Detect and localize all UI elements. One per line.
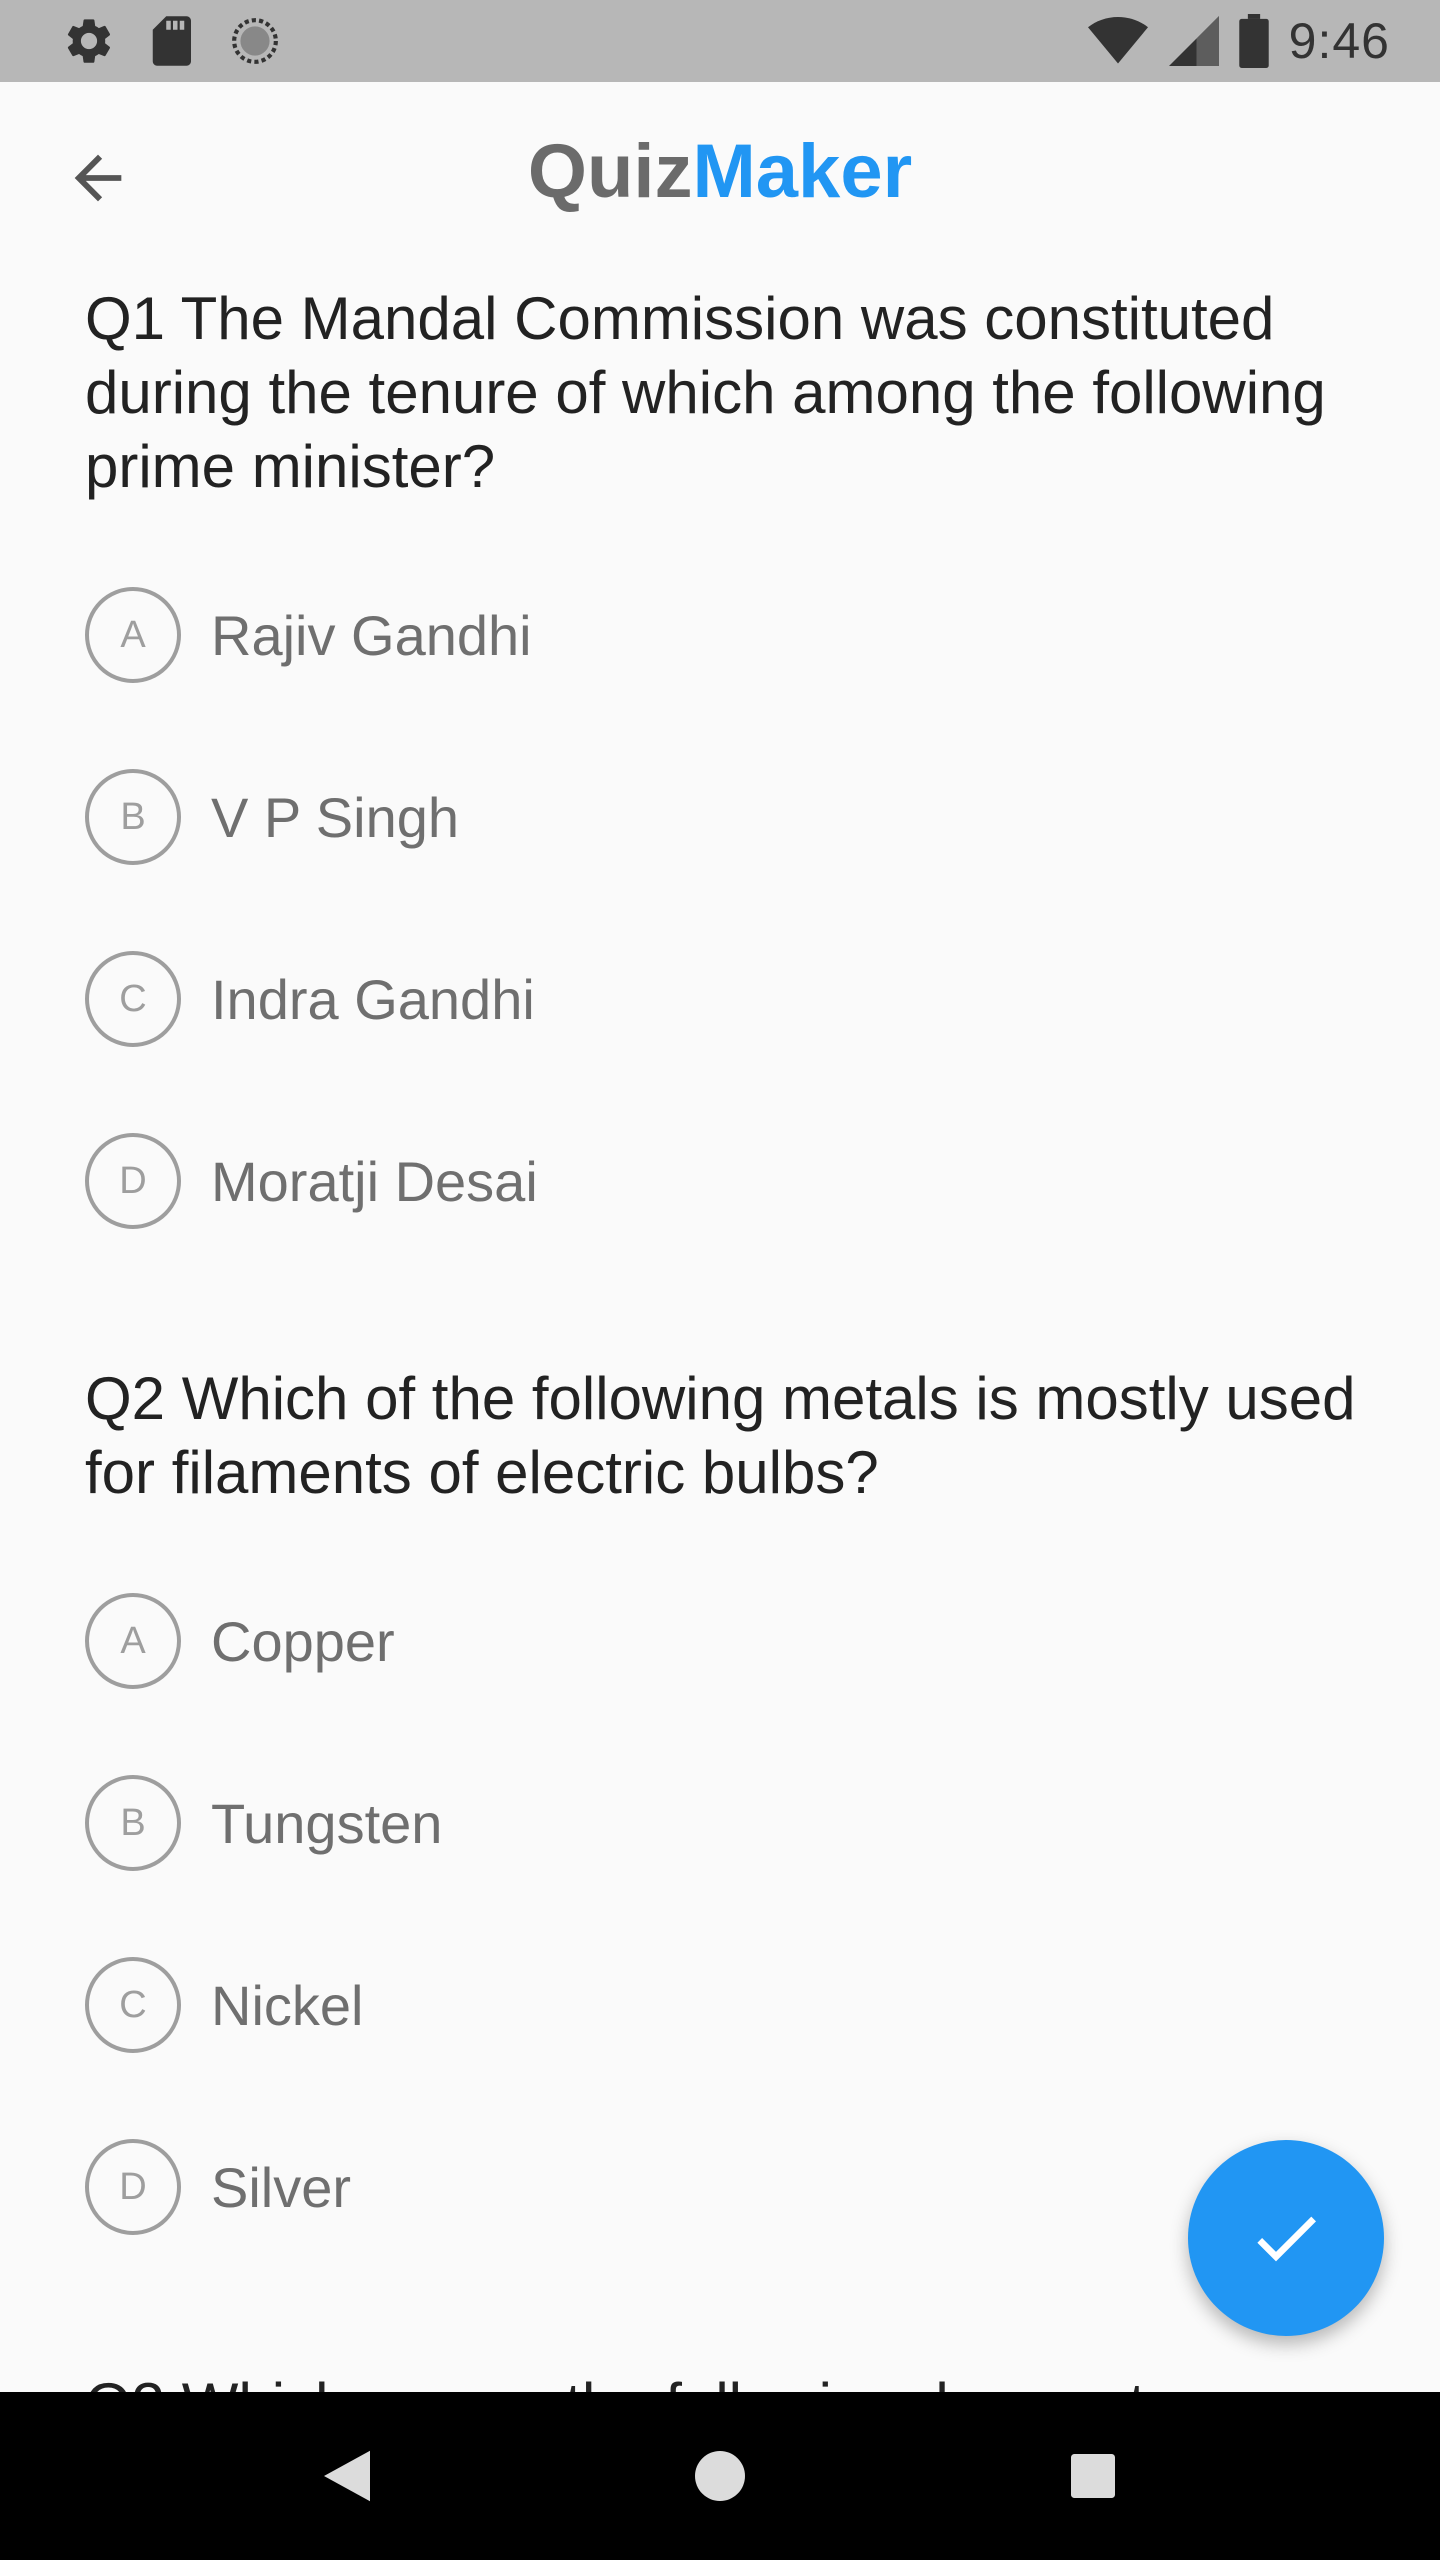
option-text: Moratji Desai bbox=[211, 1149, 538, 1213]
app-title-maker: Maker bbox=[692, 129, 913, 214]
question-2: Q2 Which of the following metals is most… bbox=[85, 1365, 1356, 1506]
q1-option-b[interactable]: B V P Singh bbox=[0, 726, 1440, 908]
option-letter-circle: C bbox=[85, 951, 181, 1047]
app-title: QuizMaker bbox=[0, 134, 1440, 210]
option-text: Rajiv Gandhi bbox=[211, 603, 532, 667]
option-text: Copper bbox=[211, 1609, 395, 1673]
q2-option-b[interactable]: B Tungsten bbox=[0, 1732, 1440, 1914]
nav-home-icon bbox=[694, 2451, 745, 2501]
sd-card-icon bbox=[150, 14, 196, 68]
status-icons-right: 9:46 bbox=[1067, 12, 1390, 70]
sync-icon bbox=[230, 16, 280, 66]
question-1-options: A Rajiv Gandhi B V P Singh C Indra Gandh… bbox=[0, 544, 1440, 1272]
app-title-quiz: Quiz bbox=[527, 129, 693, 214]
option-letter-circle: A bbox=[85, 1593, 181, 1689]
option-text: Indra Gandhi bbox=[211, 967, 535, 1031]
q1-option-d[interactable]: D Moratji Desai bbox=[0, 1090, 1440, 1272]
status-time: 9:46 bbox=[1288, 13, 1390, 69]
battery-icon bbox=[1238, 14, 1269, 68]
q2-option-c[interactable]: C Nickel bbox=[0, 1914, 1440, 2096]
option-text: Tungsten bbox=[211, 1791, 443, 1855]
app-bar: QuizMaker bbox=[0, 82, 1440, 282]
nav-back-icon bbox=[323, 2450, 370, 2502]
quiz-screen: 9:46 QuizMaker Q1 The Mandal Commission … bbox=[0, 0, 1440, 2560]
submit-fab[interactable] bbox=[1188, 2140, 1384, 2336]
nav-back-button[interactable] bbox=[287, 2416, 407, 2536]
option-text: Nickel bbox=[211, 1973, 364, 2037]
question-3: Q3 Which among the following does not bbox=[0, 2368, 1440, 2392]
wifi-icon bbox=[1087, 16, 1149, 66]
navigation-bar bbox=[0, 2392, 1440, 2560]
question-1: Q1 The Mandal Commission was constituted… bbox=[85, 285, 1326, 500]
nav-recents-button[interactable] bbox=[1033, 2416, 1153, 2536]
cell-signal-icon bbox=[1168, 16, 1219, 66]
option-letter-circle: B bbox=[85, 1775, 181, 1871]
option-text: Silver bbox=[211, 2155, 352, 2219]
nav-recents-icon bbox=[1071, 2454, 1116, 2498]
q2-option-a[interactable]: A Copper bbox=[0, 1550, 1440, 1732]
option-letter-circle: D bbox=[85, 1133, 181, 1229]
check-icon bbox=[1257, 2216, 1316, 2262]
q1-option-a[interactable]: A Rajiv Gandhi bbox=[0, 544, 1440, 726]
nav-home-button[interactable] bbox=[660, 2416, 780, 2536]
status-icons-left bbox=[62, 14, 314, 68]
option-letter-circle: D bbox=[85, 2139, 181, 2235]
option-letter-circle: A bbox=[85, 587, 181, 683]
q1-option-c[interactable]: C Indra Gandhi bbox=[0, 908, 1440, 1090]
question-list[interactable]: Q1 The Mandal Commission was constituted… bbox=[0, 282, 1440, 2392]
settings-icon bbox=[62, 14, 116, 68]
status-bar: 9:46 bbox=[0, 0, 1440, 82]
option-letter-circle: C bbox=[85, 1957, 181, 2053]
option-text: V P Singh bbox=[211, 785, 460, 849]
option-letter-circle: B bbox=[85, 769, 181, 865]
